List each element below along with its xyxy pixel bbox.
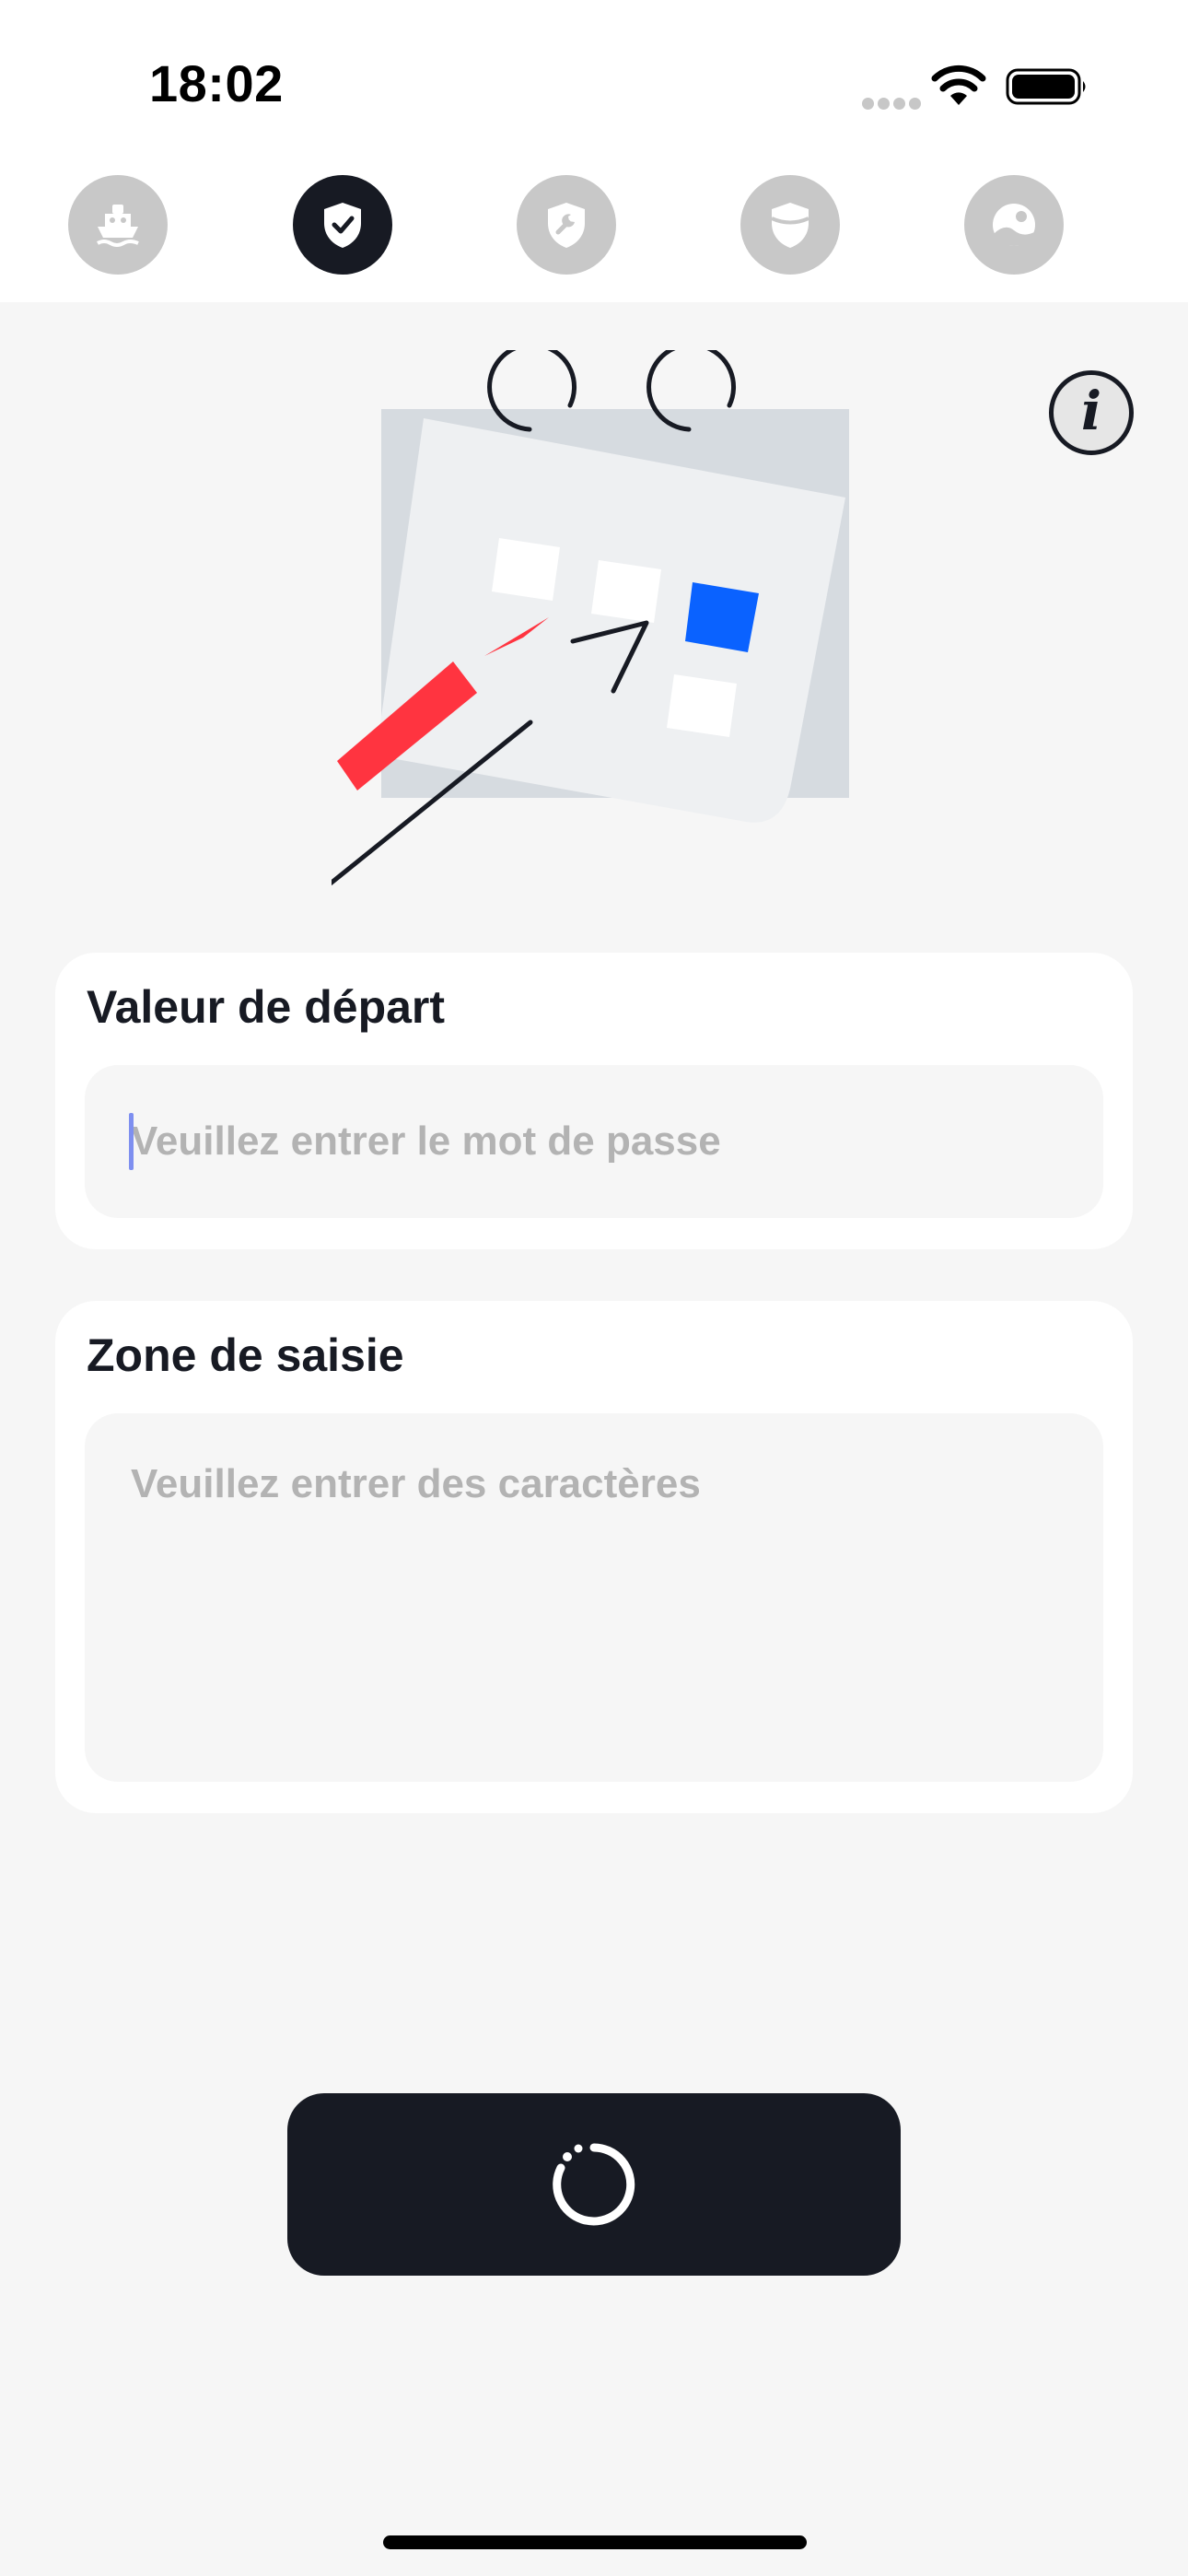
tab-shield-half[interactable]: [740, 175, 840, 275]
shield-wrench-icon: [548, 203, 585, 248]
tab-shield-check[interactable]: [293, 175, 392, 275]
wifi-icon: [931, 64, 986, 105]
tab-shield-wrench[interactable]: [517, 175, 616, 275]
characters-textarea[interactable]: Veuillez entrer des caractères: [85, 1413, 1103, 1782]
calendar-pencil-illustration: [332, 350, 849, 886]
home-indicator: [383, 2535, 807, 2549]
tab-bar: [0, 175, 1188, 276]
shield-half-icon: [771, 203, 809, 248]
loading-spinner-icon: [553, 2143, 635, 2226]
input-zone-title: Zone de saisie: [87, 1329, 404, 1381]
password-field[interactable]: Veuillez entrer le mot de passe: [85, 1065, 1103, 1218]
shield-check-icon: [324, 203, 361, 248]
password-field-placeholder: Veuillez entrer le mot de passe: [131, 1118, 721, 1164]
cellular-signal-icon: [862, 98, 921, 111]
info-icon: i: [1080, 380, 1102, 442]
start-value-title: Valeur de départ: [87, 981, 446, 1033]
ship-icon: [97, 205, 139, 247]
tab-landscape[interactable]: [964, 175, 1064, 275]
action-button[interactable]: [287, 2093, 901, 2276]
input-zone-card: Zone de saisie Veuillez entrer des carac…: [55, 1301, 1133, 1813]
tab-ship[interactable]: [68, 175, 168, 275]
top-area: 18:02: [0, 0, 1188, 302]
info-button[interactable]: i: [1049, 370, 1134, 455]
text-caret: [129, 1113, 134, 1170]
battery-icon: [1006, 68, 1086, 105]
landscape-photo-icon: [993, 204, 1035, 246]
characters-textarea-placeholder: Veuillez entrer des caractères: [131, 1461, 701, 1506]
status-time: 18:02: [149, 54, 284, 112]
start-value-card: Valeur de départ Veuillez entrer le mot …: [55, 953, 1133, 1249]
